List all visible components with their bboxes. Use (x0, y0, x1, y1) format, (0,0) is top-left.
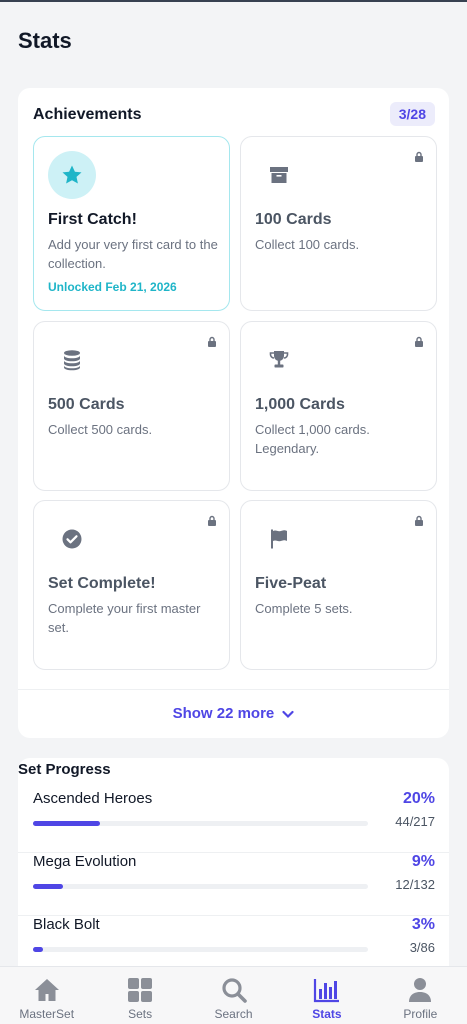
set-row[interactable]: Mega Evolution 9% 12/132 (18, 853, 449, 916)
show-more-label: Show 22 more (172, 705, 275, 722)
grid-icon (128, 978, 153, 1002)
achievement-desc: Collect 1,000 cards. Legendary. (255, 422, 370, 456)
trophy-icon (255, 336, 303, 384)
divider (18, 689, 449, 690)
show-more-button[interactable]: Show 22 more (18, 705, 449, 722)
lock-icon (415, 515, 423, 526)
achievement-500-cards[interactable]: 500 Cards Collect 500 cards. (33, 321, 230, 491)
progress-bar (33, 947, 368, 952)
achievement-first-catch[interactable]: First Catch! Add your very first card to… (33, 136, 230, 311)
achievement-desc: Collect 500 cards. (48, 422, 153, 437)
achievement-desc: Collect 100 cards. (255, 237, 360, 252)
nav-label: Search (214, 1007, 253, 1021)
achievements-count-badge: 3/28 (389, 102, 435, 126)
set-count: 3/86 (409, 940, 435, 955)
set-name: Black Bolt (33, 916, 100, 933)
achievement-title: Five-Peat (255, 575, 327, 592)
achievement-set-complete[interactable]: Set Complete! Complete your first master… (33, 500, 230, 670)
set-progress-card: Set Progress Ascended Heroes 20% 44/217 … (18, 758, 449, 998)
achievement-five-peat[interactable]: Five-Peat Complete 5 sets. (240, 500, 437, 670)
achievement-title: Set Complete! (48, 575, 156, 592)
set-row[interactable]: Ascended Heroes 20% 44/217 (18, 790, 449, 853)
flag-icon (255, 515, 303, 563)
chevron-down-icon (282, 710, 295, 718)
nav-item-search[interactable]: Search (187, 967, 280, 1024)
progress-bar-fill (33, 884, 64, 889)
progress-bar-fill (33, 947, 44, 952)
nav-item-profile[interactable]: Profile (374, 967, 467, 1024)
progress-bar (33, 884, 368, 889)
search-icon (221, 978, 247, 1003)
archive-box-icon (255, 151, 303, 199)
lock-icon (208, 336, 216, 347)
achievement-title: 500 Cards (48, 396, 125, 413)
achievement-desc: Add your very first card to the collecti… (48, 237, 218, 271)
achievement-title: 1,000 Cards (255, 396, 345, 413)
set-name: Ascended Heroes (33, 790, 153, 807)
achievement-desc: Complete 5 sets. (255, 601, 353, 616)
progress-bar-fill (33, 821, 100, 826)
nav-label: Sets (128, 1007, 153, 1021)
coin-stack-icon (48, 336, 96, 384)
set-percent: 20% (402, 790, 435, 807)
nav-label: Stats (312, 1007, 342, 1021)
achievement-desc: Complete your first master set. (48, 601, 201, 635)
star-icon (48, 151, 96, 199)
set-count: 12/132 (395, 877, 435, 892)
achievements-header: Achievements (33, 106, 142, 123)
bar-chart-icon (313, 979, 339, 1003)
nav-label: MasterSet (19, 1007, 75, 1021)
check-circle-icon (48, 515, 96, 563)
user-icon (409, 978, 432, 1002)
status-bar-line (0, 0, 467, 2)
set-count: 44/217 (395, 814, 435, 829)
set-percent: 3% (411, 916, 435, 933)
progress-bar (33, 821, 368, 826)
nav-item-sets[interactable]: Sets (93, 967, 186, 1024)
nav-item-masterset[interactable]: MasterSet (0, 967, 93, 1024)
lock-icon (415, 151, 423, 162)
achievement-unlock-date: Unlocked Feb 21, 2026 (48, 280, 177, 294)
page-title: Stats (18, 28, 72, 53)
lock-icon (208, 515, 216, 526)
lock-icon (415, 336, 423, 347)
achievement-100-cards[interactable]: 100 Cards Collect 100 cards. (240, 136, 437, 311)
achievements-card: Achievements 3/28 First Catch! Add your … (18, 88, 449, 738)
achievement-title: 100 Cards (255, 211, 332, 228)
achievement-1000-cards[interactable]: 1,000 Cards Collect 1,000 cards. Legenda… (240, 321, 437, 491)
set-percent: 9% (411, 853, 435, 870)
set-name: Mega Evolution (33, 853, 137, 870)
set-progress-header: Set Progress (18, 761, 111, 778)
bottom-nav: MasterSet Sets Search Stats Profile (0, 966, 467, 1024)
home-icon (34, 979, 59, 1001)
nav-item-stats[interactable]: Stats (280, 967, 373, 1024)
achievement-title: First Catch! (48, 211, 137, 228)
nav-label: Profile (403, 1007, 438, 1021)
